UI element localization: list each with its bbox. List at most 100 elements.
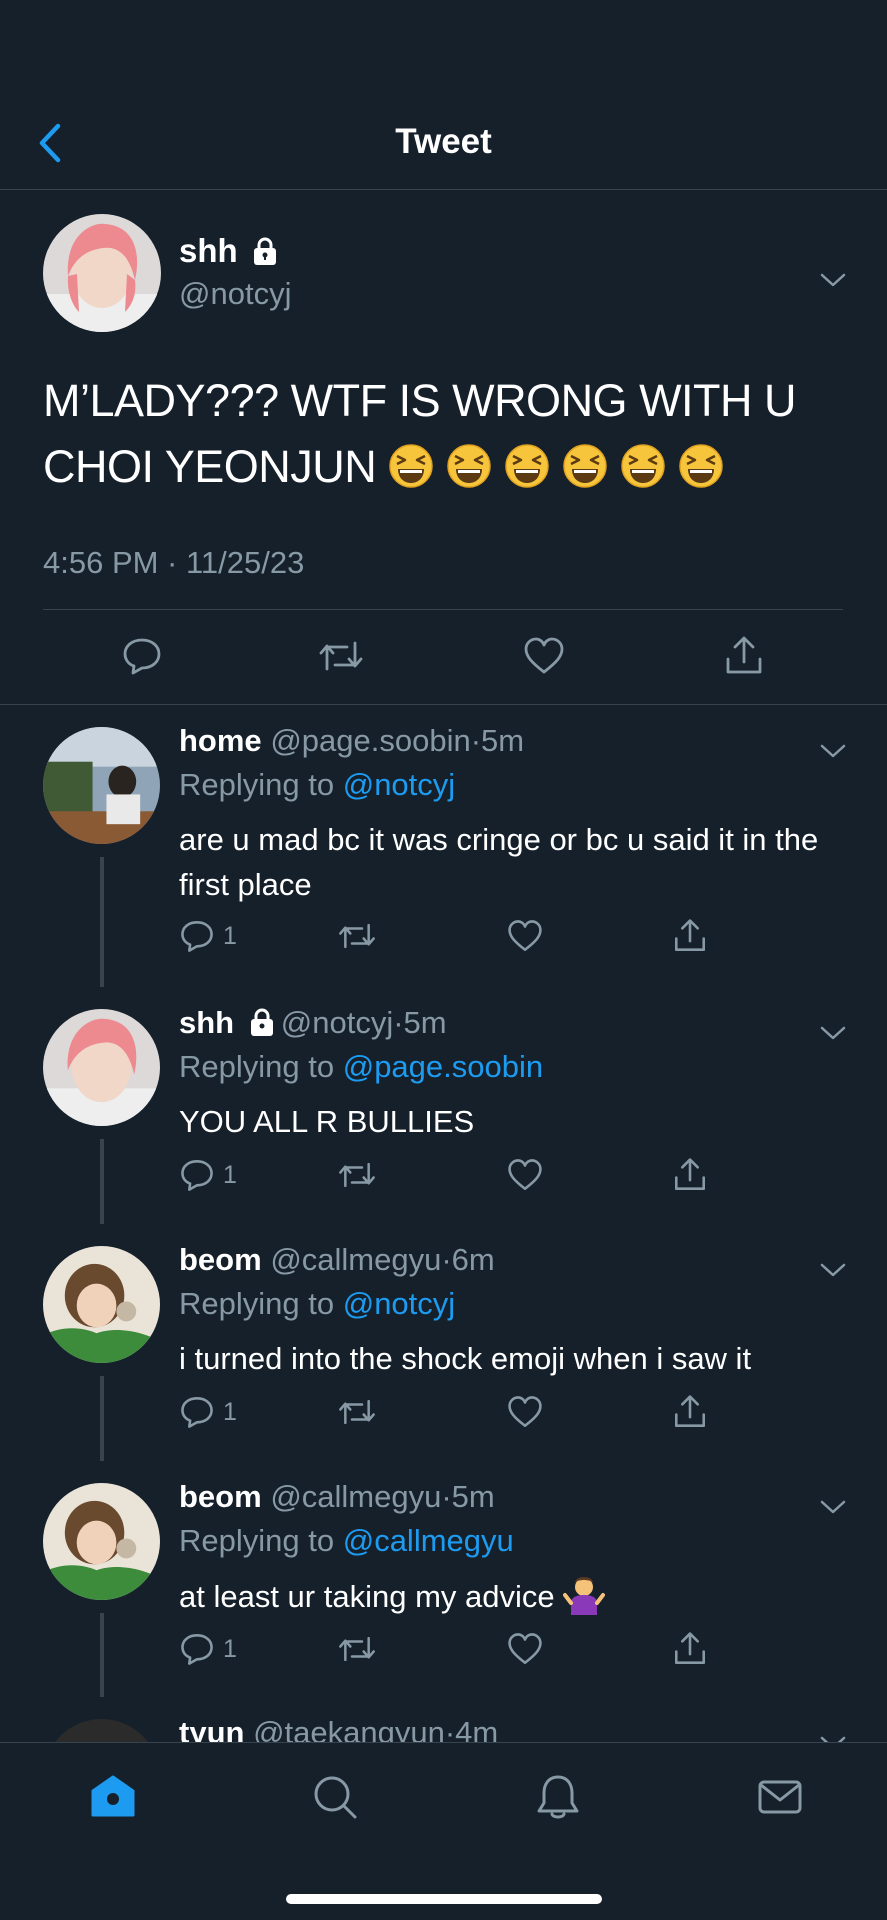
share-button[interactable]	[723, 635, 765, 677]
like-button[interactable]	[507, 1394, 543, 1430]
avatar[interactable]	[43, 1246, 160, 1363]
reply-text-block: i turned into the shock emoji when i saw…	[179, 1336, 849, 1381]
shrug-emoji	[563, 1577, 606, 1615]
reply-tweet[interactable]: home @page.soobin·5m Replying to @notcyj a…	[0, 705, 887, 987]
heart-icon	[508, 1159, 542, 1190]
replying-to-label: Replying to	[179, 1523, 343, 1558]
user-name[interactable]: shh	[179, 1005, 234, 1040]
notifications-icon	[537, 1775, 579, 1819]
relative-time: 4m	[455, 1715, 499, 1742]
user-handle: @taekangyun	[253, 1715, 445, 1742]
reply-button[interactable]	[121, 635, 163, 677]
relative-time: 5m	[403, 1005, 447, 1040]
reply-text: YOU ALL R BULLIES	[179, 1104, 475, 1139]
share-icon	[675, 1158, 705, 1190]
replying-to-label: Replying to	[179, 1286, 343, 1321]
chevron-down-icon	[820, 1500, 846, 1514]
replying-to-handle[interactable]: @callmegyu	[343, 1523, 514, 1558]
reply-icon	[181, 921, 213, 952]
retweet-icon	[339, 923, 375, 949]
reply-text-block: are u mad bc it was cringe or bc u said …	[179, 817, 849, 907]
user-handle: @callmegyu	[270, 1479, 442, 1514]
tweet-actions	[43, 635, 843, 685]
avatar[interactable]	[43, 214, 161, 332]
retweet-button[interactable]	[337, 1157, 377, 1193]
avatar[interactable]	[43, 1483, 160, 1600]
replying-to: Replying to @notcyj	[179, 767, 455, 803]
like-button[interactable]	[507, 918, 543, 954]
like-button[interactable]	[507, 1631, 543, 1667]
user-handle: @page.soobin	[270, 723, 471, 758]
reply-icon	[181, 1160, 213, 1191]
avatar[interactable]	[43, 1719, 160, 1742]
more-options-button[interactable]	[818, 1733, 848, 1742]
reply-tweet[interactable]: tyun @taekangyun·4m	[0, 1697, 887, 1742]
retweet-button[interactable]	[337, 1394, 377, 1430]
reply-actions: 1	[179, 1631, 739, 1671]
replying-to: Replying to @notcyj	[179, 1286, 455, 1322]
reply-tweet[interactable]: beom @callmegyu·6m Replying to @notcyj i t…	[0, 1224, 887, 1461]
reply-header: beom @callmegyu·6m	[179, 1242, 495, 1278]
retweet-button[interactable]	[337, 918, 377, 954]
relative-time: 5m	[481, 723, 525, 758]
tab-messages[interactable]	[754, 1771, 806, 1823]
more-options-button[interactable]	[818, 1260, 848, 1280]
more-options-button[interactable]	[818, 1497, 848, 1517]
replying-to-handle[interactable]: @notcyj	[343, 1286, 455, 1321]
reply-button[interactable]: 1	[179, 1394, 237, 1430]
reply-header: home @page.soobin·5m	[179, 723, 524, 759]
retweet-button[interactable]	[337, 1631, 377, 1667]
user-handle: @notcyj	[280, 1005, 394, 1040]
retweet-icon	[319, 641, 363, 671]
reply-header: shh @notcyj·5m	[179, 1005, 447, 1041]
reply-text: i turned into the shock emoji when i saw…	[179, 1341, 752, 1376]
lock-icon	[253, 237, 276, 265]
reply-tweet[interactable]: beom @callmegyu·5m Replying to @callmegyu…	[0, 1461, 887, 1697]
reply-button[interactable]: 1	[179, 1631, 237, 1667]
user-name[interactable]: beom	[179, 1479, 262, 1514]
reply-text-block: YOU ALL R BULLIES	[179, 1099, 849, 1144]
tab-home[interactable]	[87, 1771, 139, 1823]
chevron-down-icon	[820, 1026, 846, 1040]
thread-line	[100, 857, 104, 987]
tweet-text-block: M’LADY??? WTF IS WRONG WITH U CHOI YEONJ…	[43, 368, 843, 500]
heart-icon	[524, 637, 564, 674]
divider	[43, 609, 843, 610]
thread-line	[100, 1376, 104, 1461]
reply-count: 1	[223, 1634, 237, 1663]
share-icon	[675, 919, 705, 951]
separator-dot: ·	[393, 1005, 404, 1040]
reply-button[interactable]: 1	[179, 918, 237, 954]
user-name[interactable]: tyun	[179, 1715, 244, 1742]
reply-icon	[123, 638, 161, 675]
share-button[interactable]	[672, 918, 708, 954]
avatar[interactable]	[43, 1009, 160, 1126]
like-button[interactable]	[523, 635, 565, 677]
reply-tweet[interactable]: shh @notcyj·5m Replying to @page.soobin YO…	[0, 987, 887, 1224]
more-options-button[interactable]	[818, 741, 848, 761]
retweet-button[interactable]	[317, 635, 365, 677]
heart-icon	[508, 1396, 542, 1427]
user-name[interactable]: home	[179, 723, 262, 758]
user-name[interactable]: beom	[179, 1242, 262, 1277]
replying-to-handle[interactable]: @page.soobin	[343, 1049, 543, 1084]
share-button[interactable]	[672, 1394, 708, 1430]
laughing-emoji	[679, 444, 723, 488]
replying-to-handle[interactable]: @notcyj	[343, 767, 455, 802]
like-button[interactable]	[507, 1157, 543, 1193]
share-button[interactable]	[672, 1157, 708, 1193]
share-button[interactable]	[672, 1631, 708, 1667]
display-name[interactable]: shh	[179, 232, 280, 270]
separator-dot: ·	[470, 723, 482, 758]
separator-dot: ·	[441, 1242, 452, 1277]
search-icon	[314, 1776, 357, 1819]
heart-icon	[508, 1633, 542, 1664]
tab-notifications[interactable]	[532, 1771, 584, 1823]
more-options-button[interactable]	[818, 270, 848, 290]
reply-button[interactable]: 1	[179, 1157, 237, 1193]
page-title: Tweet	[395, 122, 492, 161]
reply-text: are u mad bc it was cringe or bc u said …	[179, 822, 819, 902]
tab-search[interactable]	[309, 1771, 361, 1823]
more-options-button[interactable]	[818, 1023, 848, 1043]
avatar[interactable]	[43, 727, 160, 844]
